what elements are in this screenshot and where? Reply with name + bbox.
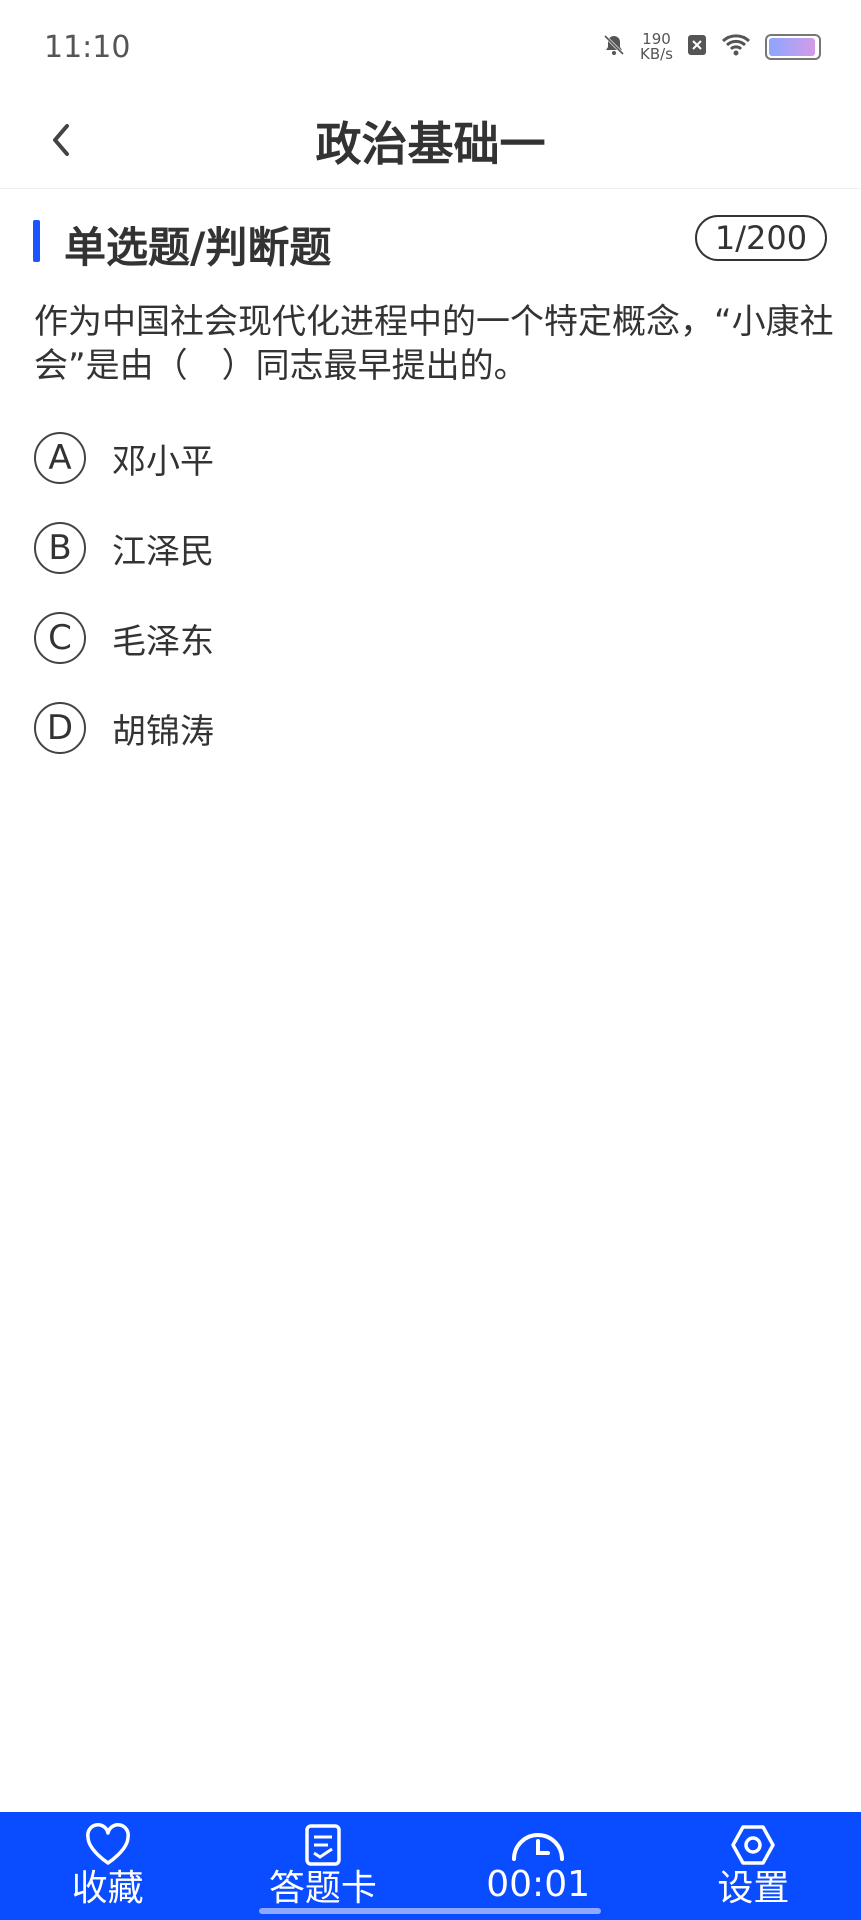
timer-value: 00:01: [486, 1864, 590, 1905]
settings-button[interactable]: 设置: [663, 1823, 843, 1909]
battery-icon: [765, 34, 821, 60]
settings-label: 设置: [717, 1868, 790, 1909]
network-speed-unit: KB/s: [640, 45, 673, 63]
option-b[interactable]: B 江泽民: [34, 520, 834, 576]
option-d[interactable]: D 胡锦涛: [34, 700, 834, 756]
answer-card-button[interactable]: 答题卡: [233, 1823, 413, 1909]
option-text: 胡锦涛: [112, 711, 214, 752]
answer-card-icon: [303, 1823, 343, 1867]
answer-card-label: 答题卡: [268, 1868, 377, 1909]
option-letter: C: [34, 612, 86, 664]
timer-button[interactable]: 00:01: [448, 1827, 628, 1905]
network-speed: 190 KB/s: [640, 32, 673, 62]
heart-icon: [84, 1823, 132, 1867]
option-letter: A: [34, 432, 86, 484]
home-indicator[interactable]: [259, 1908, 601, 1914]
settings-hexagon-icon: [729, 1823, 777, 1867]
status-bar: 11:10 190 KB/s: [0, 0, 861, 100]
option-c[interactable]: C 毛泽东: [34, 610, 834, 666]
status-time: 11:10: [44, 30, 131, 65]
wifi-icon: [721, 33, 751, 61]
section-title: 单选题/判断题: [64, 223, 332, 272]
option-letter: D: [34, 702, 86, 754]
header: 政治基础一: [0, 100, 861, 189]
section-accent-bar: [33, 220, 40, 262]
option-letter: B: [34, 522, 86, 574]
options-list: A 邓小平 B 江泽民 C 毛泽东 D 胡锦涛: [34, 430, 834, 790]
page-title: 政治基础一: [315, 117, 546, 171]
question-counter: 1/200: [695, 215, 827, 261]
question-text: 作为中国社会现代化进程中的一个特定概念，“小康社会”是由（ ）同志最早提出的。: [34, 302, 834, 386]
option-a[interactable]: A 邓小平: [34, 430, 834, 486]
sim-disabled-icon: [687, 34, 707, 60]
option-text: 邓小平: [112, 441, 214, 482]
option-text: 毛泽东: [112, 621, 214, 662]
favorite-button[interactable]: 收藏: [18, 1823, 198, 1909]
battery-fill: [769, 38, 815, 56]
option-text: 江泽民: [112, 531, 214, 572]
favorite-label: 收藏: [71, 1868, 144, 1909]
bottom-nav: 收藏 答题卡 00:01 设置: [0, 1812, 861, 1920]
timer-gauge-icon: [510, 1827, 566, 1863]
bell-muted-icon: [602, 33, 626, 61]
status-icons: 190 KB/s: [602, 32, 821, 62]
